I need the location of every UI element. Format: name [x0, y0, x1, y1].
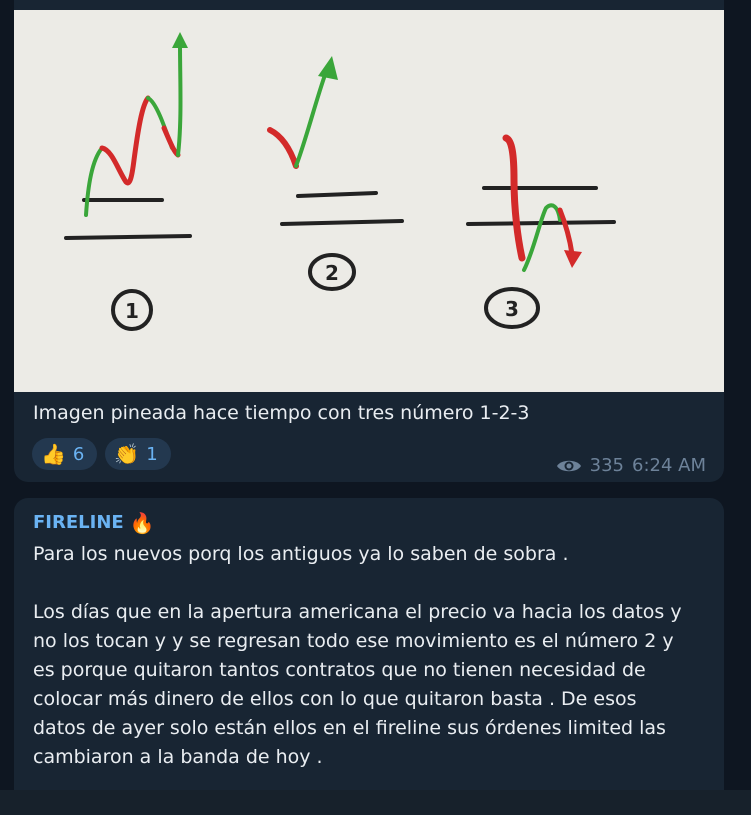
pinned-photo[interactable]: 1 2 3 [14, 10, 724, 392]
reaction-thumbs-up[interactable]: 👍 6 [32, 438, 98, 470]
message-line: no los tocan y y se regresan todo ese mo… [33, 630, 674, 652]
diagram-2: 2 [267, 56, 404, 291]
hand-drawn-diagram: 1 2 3 [64, 32, 616, 331]
message-line: Para los nuevos porq los antiguos ya lo … [33, 543, 569, 565]
reaction-count: 6 [72, 443, 85, 465]
message-bubble-photo: 1 2 3 Imagen pineada hace tiempo con tre… [14, 0, 724, 482]
diagram-3: 3 [466, 134, 616, 329]
view-count: 335 [589, 455, 624, 476]
sender-label: FIRELINE [33, 512, 124, 533]
message-line: Los días que en la apertura americana el… [33, 601, 682, 623]
thumbs-up-icon: 👍 [41, 442, 66, 466]
clapping-hands-icon: 👏 [114, 442, 140, 466]
reaction-count: 1 [146, 443, 158, 465]
message-meta: 335 6:24 AM [556, 455, 706, 476]
photo-caption: Imagen pineada hace tiempo con tres núme… [33, 402, 530, 424]
message-line: es porque quitaron tantos contratos que … [33, 659, 646, 681]
message-line: colocar más dinero de ellos con lo que q… [33, 688, 637, 710]
message-line: datos de ayer solo están ellos en el fir… [33, 717, 666, 739]
bottom-bar [0, 790, 751, 815]
diagram-label-3: 3 [505, 297, 519, 321]
reactions-bar: 👍 6 👏 1 [32, 438, 171, 470]
message-bubble-text: FIRELINE 🔥 Para los nuevos porq los anti… [14, 498, 724, 815]
message-line: cambiaron a la banda de hoy . [33, 746, 323, 768]
message-time: 6:24 AM [632, 455, 706, 476]
diagram-label-2: 2 [325, 261, 339, 285]
diagram-label-1: 1 [125, 299, 139, 323]
eye-icon [556, 460, 581, 471]
reaction-clapping[interactable]: 👏 1 [105, 438, 171, 470]
sender-name[interactable]: FIRELINE 🔥 [33, 512, 155, 533]
message-body: Para los nuevos porq los antiguos ya lo … [33, 540, 713, 772]
fire-icon: 🔥 [129, 510, 155, 535]
diagram-1: 1 [64, 32, 192, 331]
